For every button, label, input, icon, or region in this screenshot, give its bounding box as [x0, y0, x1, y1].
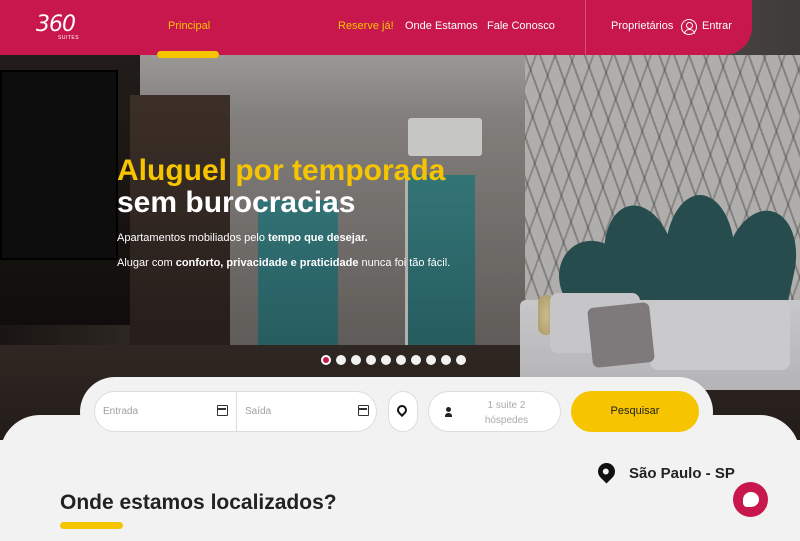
nav-active-indicator [157, 51, 219, 58]
carousel-dot[interactable] [441, 355, 451, 365]
logo[interactable]: 360 SUITES [36, 12, 79, 41]
checkin-field[interactable]: Entrada [95, 392, 236, 431]
nav-proprietarios[interactable]: Proprietários [611, 20, 673, 32]
checkout-field[interactable]: Saída [236, 392, 377, 431]
location-select[interactable] [388, 391, 418, 432]
nav-onde-estamos[interactable]: Onde Estamos [405, 20, 478, 32]
guests-label-line1: 1 suite 2 [487, 400, 526, 411]
carousel-dot[interactable] [411, 355, 421, 365]
date-range: Entrada Saída [94, 391, 377, 432]
carousel-dot[interactable] [321, 355, 331, 365]
location-city: São Paulo - SP [629, 465, 735, 482]
nav-divider [585, 0, 586, 55]
carousel-dot[interactable] [351, 355, 361, 365]
carousel-dot[interactable] [426, 355, 436, 365]
nav-principal[interactable]: Principal [168, 20, 210, 32]
search-bar: Entrada Saída 1 suite 2 hóspedes Pesquis… [80, 377, 713, 447]
section-title-underline [60, 522, 123, 529]
section-title: Onde estamos localizados? [60, 491, 337, 514]
nav-fale-conosco[interactable]: Fale Conosco [487, 20, 555, 32]
nav-reserve[interactable]: Reserve já! [338, 20, 394, 32]
person-icon [445, 407, 452, 417]
carousel-dot[interactable] [336, 355, 346, 365]
nav-entrar[interactable]: Entrar [702, 20, 732, 32]
carousel-dot[interactable] [366, 355, 376, 365]
user-icon[interactable] [681, 19, 697, 35]
top-navbar: 360 SUITES Principal Reserve já! Onde Es… [0, 0, 752, 55]
guests-label-line2: hóspedes [484, 415, 529, 426]
logo-subtext: SUITES [58, 35, 80, 41]
hero-title: Aluguel por temporada [117, 154, 446, 187]
guests-select[interactable]: 1 suite 2 hóspedes [428, 391, 561, 432]
chat-icon [743, 492, 759, 507]
carousel-dot[interactable] [381, 355, 391, 365]
hero-banner [0, 0, 800, 440]
hero-subtitle: sem burocracias [117, 186, 356, 219]
carousel-dots [321, 355, 466, 365]
chat-button[interactable] [733, 482, 768, 517]
logo-text: 360 [36, 12, 76, 37]
calendar-icon[interactable] [217, 405, 228, 416]
map-pin-icon [394, 402, 410, 418]
hero-text-2: Alugar com conforto, privacidade e prati… [117, 257, 451, 269]
search-button[interactable]: Pesquisar [571, 391, 699, 432]
hero-text-1: Apartamentos mobiliados pelo tempo que d… [117, 232, 368, 244]
carousel-dot[interactable] [396, 355, 406, 365]
calendar-icon[interactable] [358, 405, 369, 416]
carousel-dot[interactable] [456, 355, 466, 365]
